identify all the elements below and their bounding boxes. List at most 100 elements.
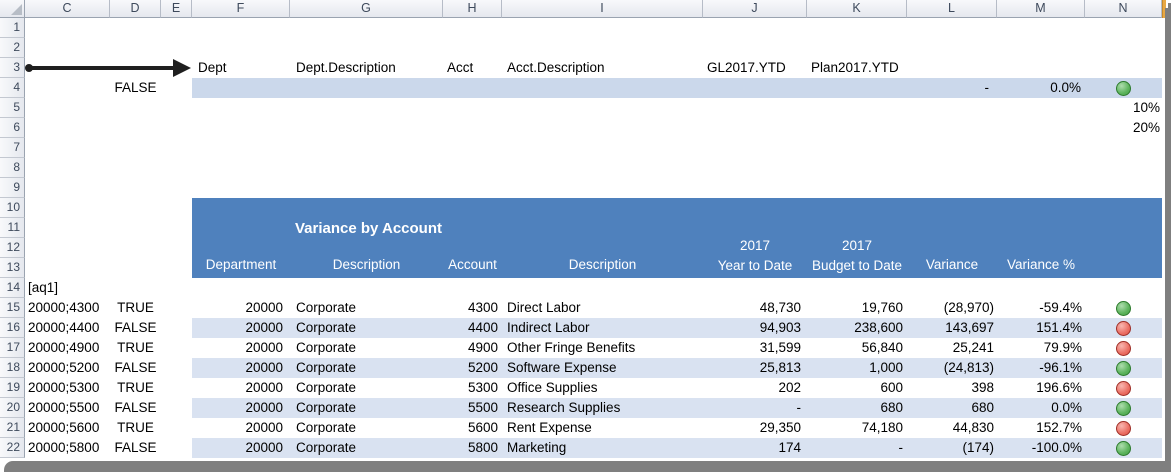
cell-variance-row19[interactable]: 398 (907, 378, 994, 398)
column-header-M[interactable]: M (997, 0, 1085, 18)
row-header-7[interactable]: 7 (0, 138, 25, 158)
cell-gl2017-ytd-label[interactable]: GL2017.YTD (707, 58, 786, 78)
cell-dept-desc-row15[interactable]: Corporate (296, 298, 436, 318)
column-header-F[interactable]: F (192, 0, 290, 18)
cell-variance-pct-row17[interactable]: 79.9% (997, 338, 1082, 358)
row-header-22[interactable]: 22 (0, 438, 25, 458)
row-header-2[interactable]: 2 (0, 38, 25, 58)
row-header-14[interactable]: 14 (0, 278, 25, 298)
column-header-E[interactable]: E (161, 0, 192, 18)
cell-dept-row17[interactable]: 20000 (192, 338, 283, 358)
cell-acct-row20[interactable]: 5500 (443, 398, 498, 418)
row-header-1[interactable]: 1 (0, 18, 25, 38)
row-header-16[interactable]: 16 (0, 318, 25, 338)
cell-ytd-row20[interactable]: - (703, 398, 801, 418)
cell-acct-desc-row22[interactable]: Marketing (507, 438, 697, 458)
cell-dept-label[interactable]: Dept (198, 58, 227, 78)
row-header-3[interactable]: 3 (0, 58, 25, 78)
cell-flag-row17[interactable]: TRUE (110, 338, 161, 358)
column-header-K[interactable]: K (807, 0, 907, 18)
cell-variance-row21[interactable]: 44,830 (907, 418, 994, 438)
header-acct-description[interactable]: Description (502, 255, 703, 275)
cell-variance-pct-row15[interactable]: -59.4% (997, 298, 1082, 318)
column-header-I[interactable]: I (502, 0, 703, 18)
cell-dept-row18[interactable]: 20000 (192, 358, 283, 378)
cell-variance-pct-row20[interactable]: 0.0% (997, 398, 1082, 418)
select-all-corner[interactable] (0, 0, 25, 18)
cell-variance-row20[interactable]: 680 (907, 398, 994, 418)
row-header-9[interactable]: 9 (0, 178, 25, 198)
row-header-21[interactable]: 21 (0, 418, 25, 438)
cell-ytd-row21[interactable]: 29,350 (703, 418, 801, 438)
cell-acct-desc-row19[interactable]: Office Supplies (507, 378, 697, 398)
cell-acct-row21[interactable]: 5600 (443, 418, 498, 438)
cell-variance-row15[interactable]: (28,970) (907, 298, 994, 318)
cell-variance-pct-row16[interactable]: 151.4% (997, 318, 1082, 338)
row-header-19[interactable]: 19 (0, 378, 25, 398)
cell-variance-row16[interactable]: 143,697 (907, 318, 994, 338)
cell-dept-row22[interactable]: 20000 (192, 438, 283, 458)
cell-budget-row17[interactable]: 56,840 (807, 338, 903, 358)
row-header-11[interactable]: 11 (0, 218, 25, 238)
cell-ytd-row16[interactable]: 94,903 (703, 318, 801, 338)
row-header-17[interactable]: 17 (0, 338, 25, 358)
cell-acct-row16[interactable]: 4400 (443, 318, 498, 338)
cell-threshold-high[interactable]: 20% (1085, 118, 1160, 138)
header-dept-description[interactable]: Description (290, 255, 443, 275)
column-header-G[interactable]: G (290, 0, 443, 18)
cell-dept-description-label[interactable]: Dept.Description (296, 58, 396, 78)
cell-control-variance-pct[interactable]: 0.0% (997, 78, 1081, 98)
cell-acct-description-label[interactable]: Acct.Description (507, 58, 605, 78)
column-header-C[interactable]: C (25, 0, 110, 18)
column-header-N[interactable]: N (1085, 0, 1162, 18)
cell-flag-row20[interactable]: FALSE (110, 398, 161, 418)
cell-dept-desc-row19[interactable]: Corporate (296, 378, 436, 398)
cell-dept-desc-row18[interactable]: Corporate (296, 358, 436, 378)
cell-variance-pct-row19[interactable]: 196.6% (997, 378, 1082, 398)
header-budget-to-date[interactable]: 2017 Budget to Date (807, 236, 907, 276)
column-header-L[interactable]: L (907, 0, 997, 18)
cell-ytd-row19[interactable]: 202 (703, 378, 801, 398)
cell-control-flag[interactable]: FALSE (110, 78, 161, 98)
cell-ytd-row17[interactable]: 31,599 (703, 338, 801, 358)
cell-budget-row15[interactable]: 19,760 (807, 298, 903, 318)
row-header-13[interactable]: 13 (0, 258, 25, 278)
cell-dept-desc-row22[interactable]: Corporate (296, 438, 436, 458)
cell-variance-row22[interactable]: (174) (907, 438, 994, 458)
cell-plan2017-ytd-label[interactable]: Plan2017.YTD (811, 58, 899, 78)
cell-acct-label[interactable]: Acct (447, 58, 473, 78)
row-header-4[interactable]: 4 (0, 78, 25, 98)
header-department[interactable]: Department (192, 255, 290, 275)
column-header-J[interactable]: J (703, 0, 807, 18)
cell-budget-row16[interactable]: 238,600 (807, 318, 903, 338)
row-header-8[interactable]: 8 (0, 158, 25, 178)
cell-acct-desc-row18[interactable]: Software Expense (507, 358, 697, 378)
cell-acct-row18[interactable]: 5200 (443, 358, 498, 378)
cell-acct-row22[interactable]: 5800 (443, 438, 498, 458)
cell-acct-row19[interactable]: 5300 (443, 378, 498, 398)
cell-variance-row18[interactable]: (24,813) (907, 358, 994, 378)
cell-flag-row18[interactable]: FALSE (110, 358, 161, 378)
cell-variance-pct-row18[interactable]: -96.1% (997, 358, 1082, 378)
cell-acct-desc-row16[interactable]: Indirect Labor (507, 318, 697, 338)
cell-budget-row22[interactable]: - (807, 438, 903, 458)
header-account[interactable]: Account (443, 255, 502, 275)
cell-acct-desc-row15[interactable]: Direct Labor (507, 298, 697, 318)
cell-dept-desc-row20[interactable]: Corporate (296, 398, 436, 418)
row-header-10[interactable]: 10 (0, 198, 25, 218)
cell-acct-row17[interactable]: 4900 (443, 338, 498, 358)
cell-dept-row19[interactable]: 20000 (192, 378, 283, 398)
cell-dept-desc-row21[interactable]: Corporate (296, 418, 436, 438)
cell-ytd-row22[interactable]: 174 (703, 438, 801, 458)
cell-acct-row15[interactable]: 4300 (443, 298, 498, 318)
column-header-H[interactable]: H (443, 0, 502, 18)
row-header-15[interactable]: 15 (0, 298, 25, 318)
cell-budget-row21[interactable]: 74,180 (807, 418, 903, 438)
header-variance-pct[interactable]: Variance % (997, 255, 1085, 275)
cell-acct-desc-row21[interactable]: Rent Expense (507, 418, 697, 438)
cell-variance-pct-row21[interactable]: 152.7% (997, 418, 1082, 438)
cell-query-label[interactable]: [aq1] (28, 278, 58, 298)
cell-ytd-row15[interactable]: 48,730 (703, 298, 801, 318)
cell-dept-row16[interactable]: 20000 (192, 318, 283, 338)
cell-dept-row15[interactable]: 20000 (192, 298, 283, 318)
